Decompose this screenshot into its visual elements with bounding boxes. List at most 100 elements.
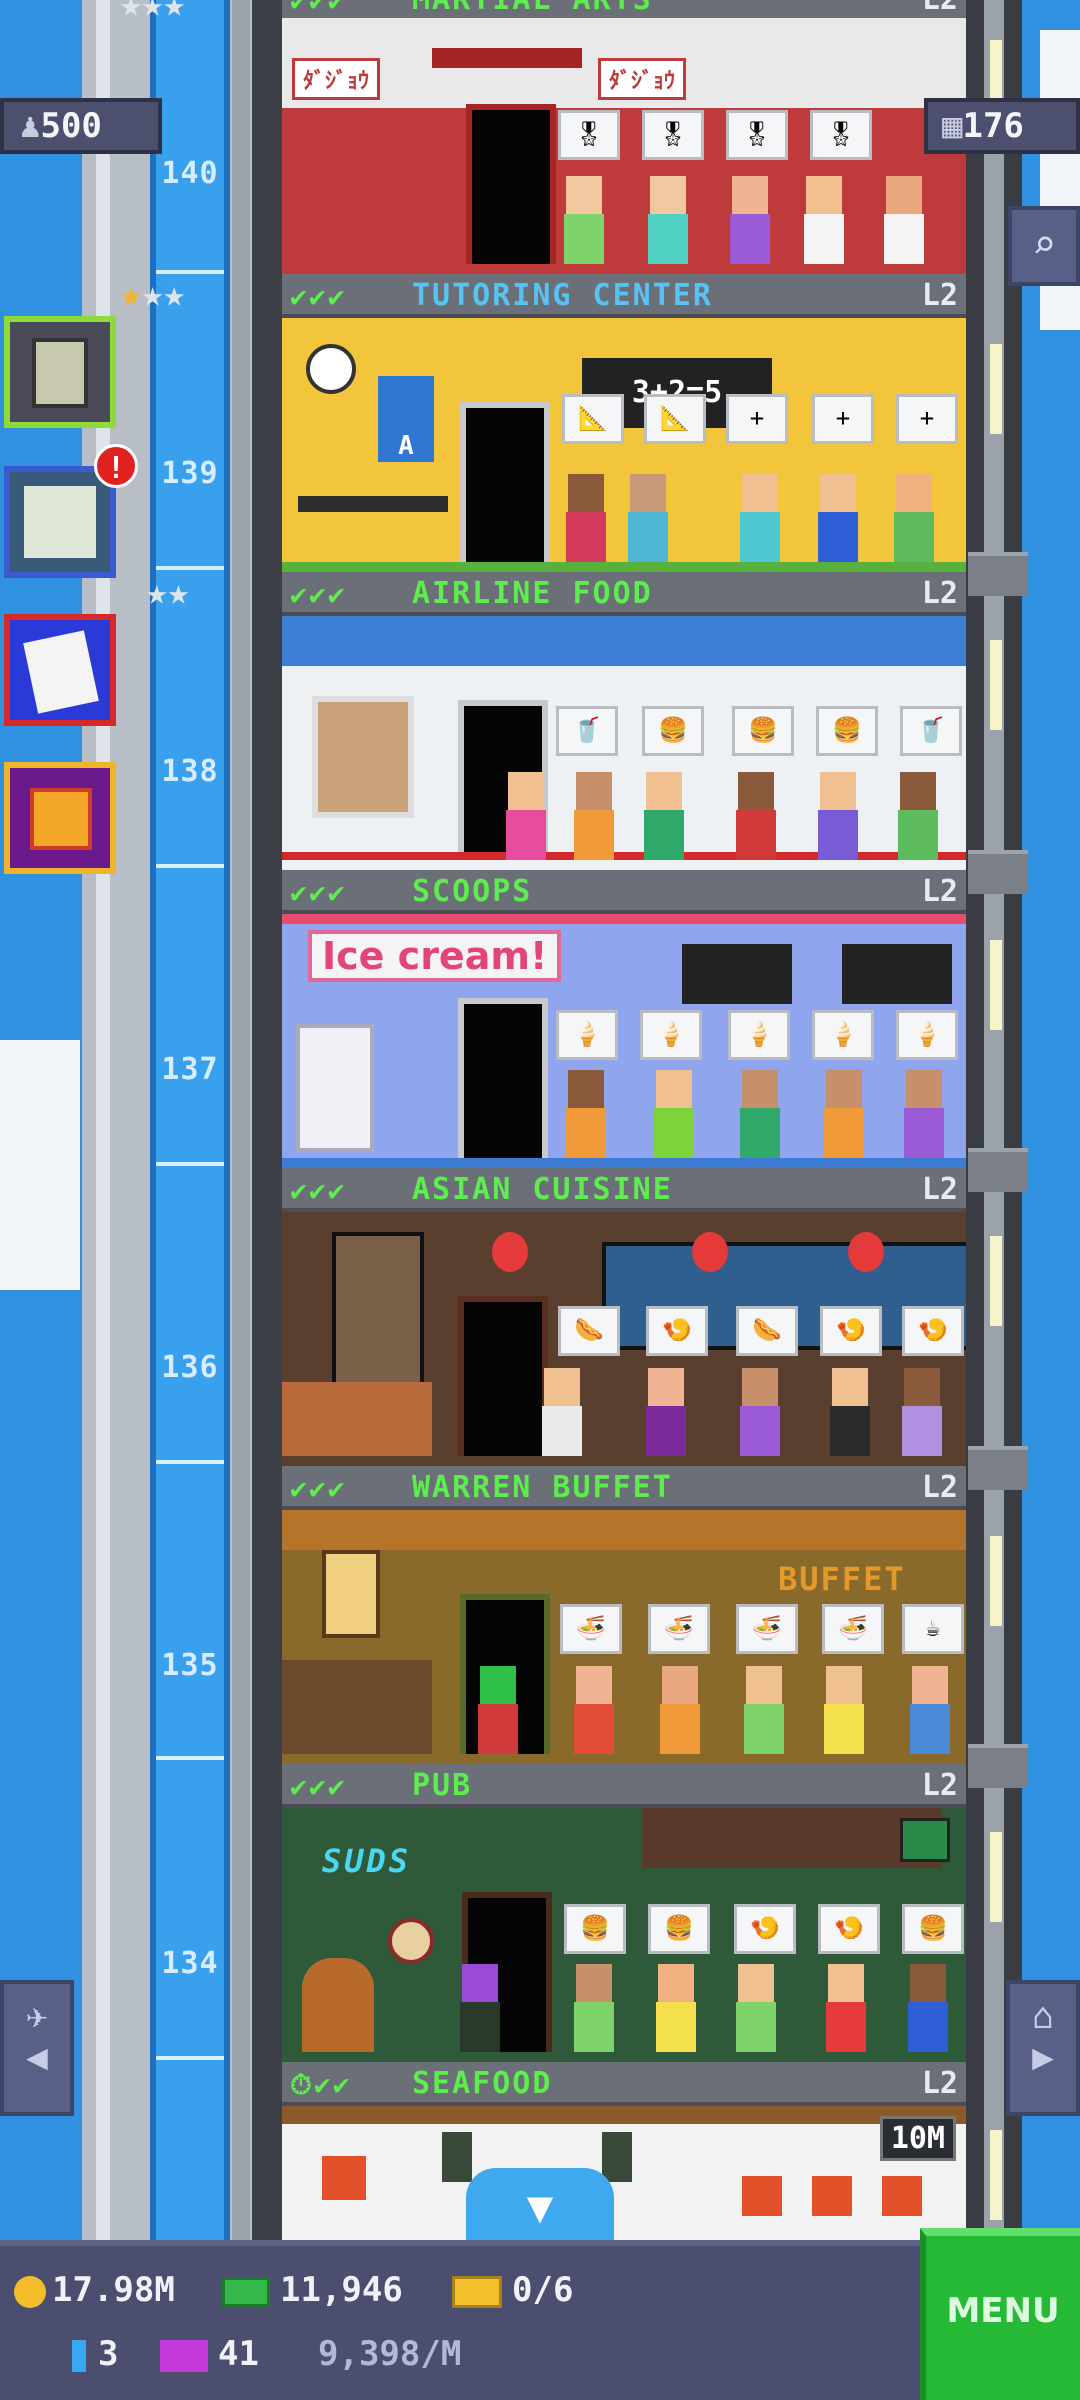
bitizen[interactable] bbox=[822, 1666, 866, 1754]
bitizen[interactable] bbox=[646, 176, 690, 264]
bitizen[interactable] bbox=[738, 1368, 782, 1456]
bitizen[interactable] bbox=[564, 1070, 608, 1158]
tickets-stat[interactable]: 0/6 bbox=[452, 2270, 573, 2310]
daily-calendar-button[interactable] bbox=[4, 614, 116, 726]
search-button[interactable]: ⌕ bbox=[1008, 206, 1080, 286]
menu-button[interactable]: MENU bbox=[920, 2228, 1080, 2400]
bitizen[interactable] bbox=[900, 1368, 944, 1456]
bitizen[interactable] bbox=[652, 1070, 696, 1158]
bitizen[interactable] bbox=[896, 772, 940, 860]
coins-stat[interactable]: 17.98M bbox=[14, 2270, 175, 2310]
floor-airline-food[interactable]: ✔✔✔ AIRLINE FOOD L2 🥤 🍔 🍔 🍔 🥤 bbox=[282, 572, 966, 870]
request-bubble[interactable]: 🍦 bbox=[556, 1010, 618, 1060]
population-counter[interactable]: ♟500 bbox=[0, 98, 162, 154]
room-interior[interactable]: ﾀﾞｼﾞｮｳ ﾀﾞｼﾞｮｳ 🎖 🎖 🎖 🎖 bbox=[282, 18, 966, 274]
floor-header[interactable]: ✔✔✔ AIRLINE FOOD L2 bbox=[282, 572, 966, 616]
missions-button[interactable] bbox=[4, 466, 116, 578]
restock-timer[interactable]: 10M bbox=[879, 2116, 956, 2161]
bux-stat[interactable]: 11,946 bbox=[222, 2270, 403, 2310]
bitizen[interactable] bbox=[816, 474, 860, 562]
bitizen[interactable] bbox=[802, 176, 846, 264]
request-bubble[interactable]: 🍦 bbox=[728, 1010, 790, 1060]
bitizen[interactable] bbox=[742, 1666, 786, 1754]
floor-asian-cuisine[interactable]: ✔✔✔ ASIAN CUISINE L2 🌭 🍤 🌭 🍤 🍤 bbox=[282, 1168, 966, 1466]
request-bubble[interactable]: 🍔 bbox=[732, 706, 794, 756]
request-bubble[interactable]: 🍜 bbox=[560, 1604, 622, 1654]
scroll-down-button[interactable]: ▼ bbox=[466, 2168, 614, 2240]
room-interior[interactable]: 🌭 🍤 🌭 🍤 🍤 bbox=[282, 1212, 966, 1466]
request-bubble[interactable]: 🍦 bbox=[640, 1010, 702, 1060]
bitizen[interactable] bbox=[824, 1964, 868, 2052]
request-bubble[interactable]: 🍜 bbox=[736, 1604, 798, 1654]
request-bubble[interactable]: 🍤 bbox=[902, 1306, 964, 1356]
vip-stat[interactable]: 41 bbox=[160, 2334, 259, 2374]
floor-martial-arts[interactable]: ✔✔✔ MARTIAL ARTS L2 bbox=[282, 0, 966, 22]
request-bubble[interactable]: 🍜 bbox=[822, 1604, 884, 1654]
bitizen[interactable] bbox=[906, 1964, 950, 2052]
request-bubble[interactable]: 🌭 bbox=[558, 1306, 620, 1356]
bitizen[interactable] bbox=[816, 772, 860, 860]
bitizen[interactable] bbox=[908, 1666, 952, 1754]
request-bubble[interactable]: 🍤 bbox=[646, 1306, 708, 1356]
floor-header[interactable]: ✔✔✔ WARREN BUFFET L2 bbox=[282, 1466, 966, 1510]
bitizen[interactable] bbox=[728, 176, 772, 264]
room-interior[interactable]: 🥤 🍔 🍔 🍔 🥤 bbox=[282, 616, 966, 870]
request-bubble[interactable]: + bbox=[726, 394, 788, 444]
room-interior[interactable]: A 3+2=5 📐 📐 + + + bbox=[282, 318, 966, 572]
request-bubble[interactable]: 📐 bbox=[562, 394, 624, 444]
bitizen[interactable] bbox=[654, 1964, 698, 2052]
request-bubble[interactable]: 🍔 bbox=[816, 706, 878, 756]
bitizen[interactable] bbox=[828, 1368, 872, 1456]
bitizen[interactable] bbox=[458, 1964, 502, 2052]
request-bubble[interactable]: 🍤 bbox=[734, 1904, 796, 1954]
floor-header[interactable]: ✔✔✔ ASIAN CUISINE L2 bbox=[282, 1168, 966, 1212]
room-interior[interactable]: SUDS 🍔 🍔 🍤 🍤 🍔 bbox=[282, 1808, 966, 2062]
floor-tutoring-center[interactable]: ✔✔✔ TUTORING CENTER L2 A 3+2=5 📐 📐 + + + bbox=[282, 274, 966, 572]
bitizen[interactable] bbox=[572, 1666, 616, 1754]
request-bubble[interactable]: 🎖 bbox=[642, 110, 704, 160]
room-interior[interactable]: BUFFET 🍜 🍜 🍜 🍜 ☕ bbox=[282, 1510, 966, 1764]
bitizen[interactable] bbox=[734, 1964, 778, 2052]
request-bubble[interactable]: 🌭 bbox=[736, 1306, 798, 1356]
floor-martial-arts-room[interactable]: ﾀﾞｼﾞｮｳ ﾀﾞｼﾞｮｳ 🎖 🎖 🎖 🎖 bbox=[282, 18, 966, 274]
lobby-nav-button[interactable]: ✈ ◀ bbox=[0, 1980, 74, 2116]
bitizen[interactable] bbox=[644, 1368, 688, 1456]
request-bubble[interactable]: 🍤 bbox=[818, 1904, 880, 1954]
request-bubble[interactable]: 🎖 bbox=[726, 110, 788, 160]
floor-count-counter[interactable]: ▦176 bbox=[924, 98, 1080, 154]
request-bubble[interactable]: 🍦 bbox=[812, 1010, 874, 1060]
bitizen[interactable] bbox=[734, 772, 778, 860]
floor-header[interactable]: ✔✔✔ SCOOPS L2 bbox=[282, 870, 966, 914]
bitizen[interactable] bbox=[738, 1070, 782, 1158]
request-bubble[interactable]: 🍔 bbox=[564, 1904, 626, 1954]
request-bubble[interactable]: + bbox=[896, 394, 958, 444]
floor-warren-buffet[interactable]: ✔✔✔ WARREN BUFFET L2 BUFFET 🍜 🍜 🍜 🍜 ☕ bbox=[282, 1466, 966, 1764]
bitizen[interactable] bbox=[902, 1070, 946, 1158]
bitizen[interactable] bbox=[476, 1666, 520, 1754]
request-bubble[interactable]: 🍔 bbox=[902, 1904, 964, 1954]
request-bubble[interactable]: 🍔 bbox=[648, 1904, 710, 1954]
bitizen[interactable] bbox=[562, 176, 606, 264]
bitizen[interactable] bbox=[892, 474, 936, 562]
request-bubble[interactable]: + bbox=[812, 394, 874, 444]
bitizen[interactable] bbox=[540, 1368, 584, 1456]
request-bubble[interactable]: 📐 bbox=[644, 394, 706, 444]
request-bubble[interactable]: ☕ bbox=[902, 1604, 964, 1654]
elevator-track[interactable] bbox=[150, 0, 230, 2240]
floor-pub[interactable]: ✔✔✔ PUB L2 SUDS 🍔 🍔 🍤 🍤 🍔 bbox=[282, 1764, 966, 2062]
floor-header[interactable]: ✔✔✔ PUB L2 bbox=[282, 1764, 966, 1808]
request-bubble[interactable]: 🍜 bbox=[648, 1604, 710, 1654]
floor-scoops[interactable]: ✔✔✔ SCOOPS L2 Ice cream! 🍦 🍦 🍦 🍦 🍦 bbox=[282, 870, 966, 1168]
bitizen[interactable] bbox=[882, 176, 926, 264]
request-bubble[interactable]: 🎖 bbox=[810, 110, 872, 160]
bitizen[interactable] bbox=[738, 474, 782, 562]
bitizen[interactable] bbox=[504, 772, 548, 860]
request-bubble[interactable]: 🥤 bbox=[556, 706, 618, 756]
build-floor-button[interactable] bbox=[4, 316, 116, 428]
bitizen[interactable] bbox=[572, 772, 616, 860]
room-interior[interactable]: Ice cream! 🍦 🍦 🍦 🍦 🍦 bbox=[282, 914, 966, 1168]
request-bubble[interactable]: 🎖 bbox=[558, 110, 620, 160]
request-bubble[interactable]: 🥤 bbox=[900, 706, 962, 756]
bitizen[interactable] bbox=[642, 772, 686, 860]
floor-header[interactable]: ⏱✔✔ SEAFOOD L2 bbox=[282, 2062, 966, 2106]
